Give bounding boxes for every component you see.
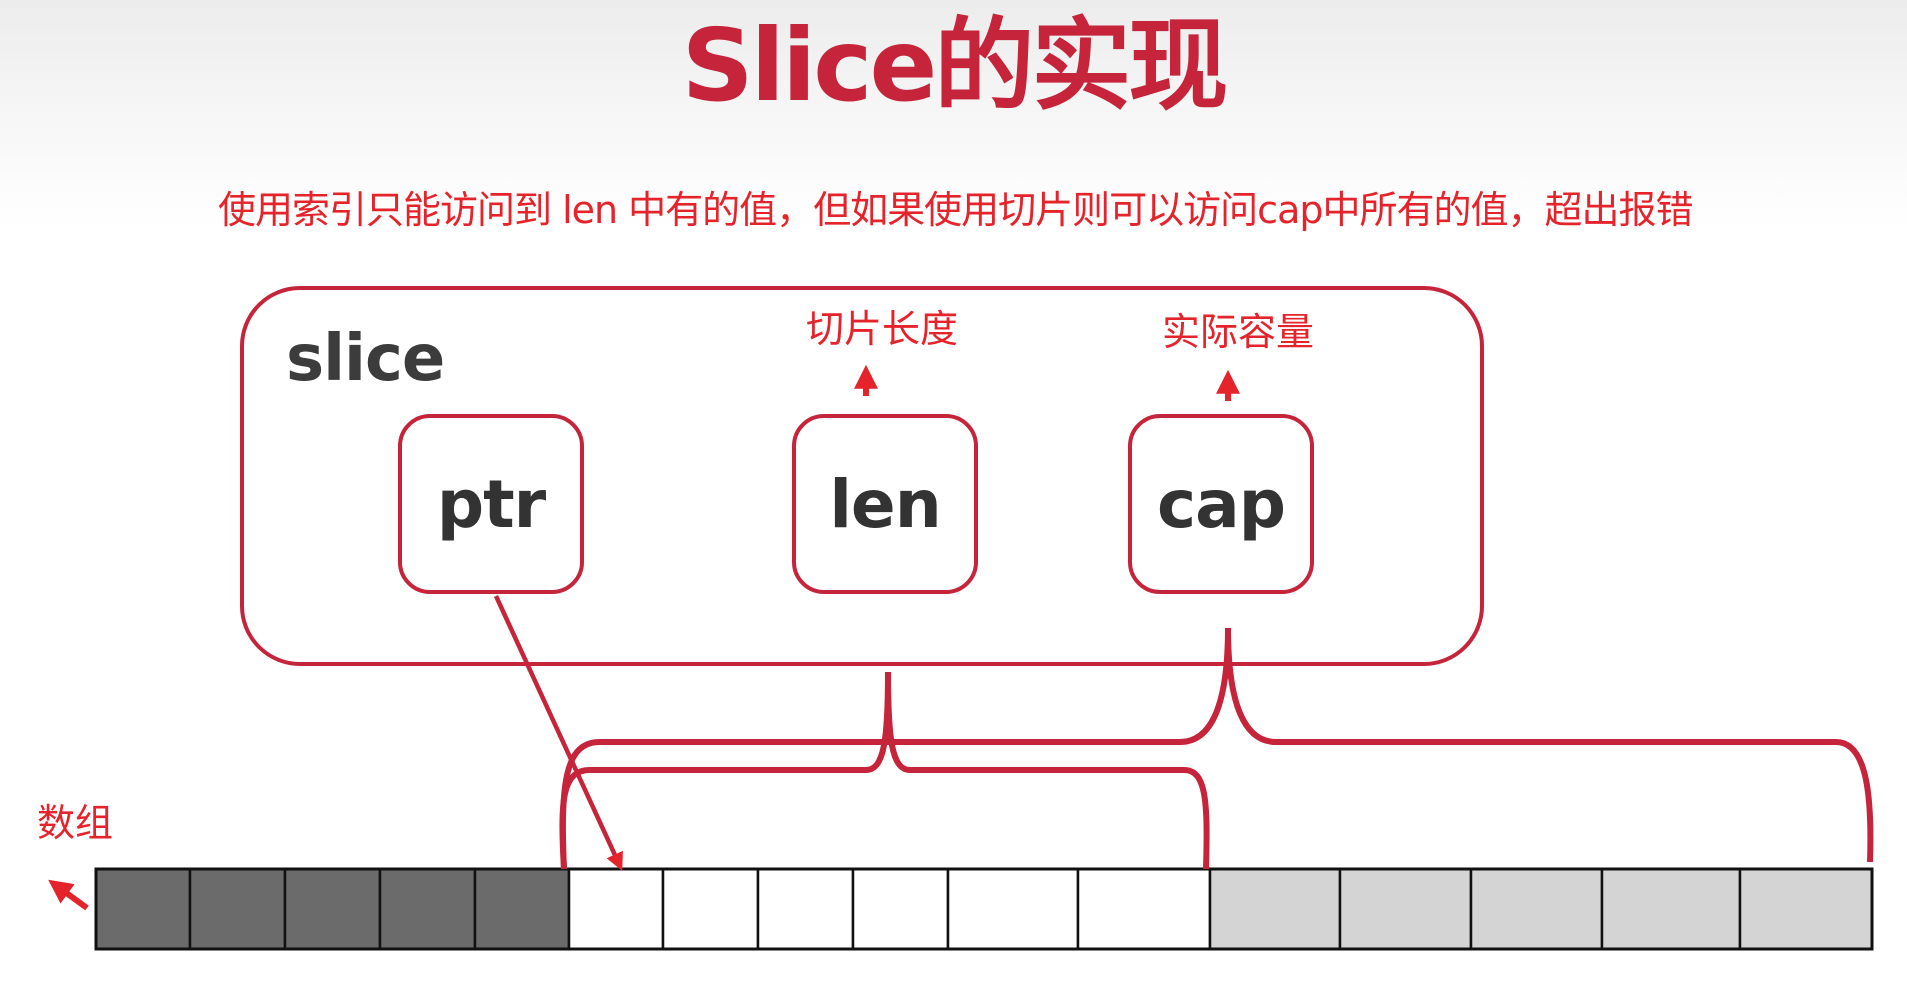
- array-cell: [188, 867, 287, 951]
- array-cell: [94, 867, 192, 951]
- array-cell: [378, 867, 477, 951]
- diagram-overlay: [48, 364, 1874, 951]
- array-cell: [473, 867, 571, 951]
- array-pointer-arrow: [48, 879, 89, 911]
- array-cell: [1208, 867, 1342, 951]
- array-cell: [851, 867, 950, 951]
- array-cell: [1076, 867, 1212, 951]
- cap-brace: [559, 627, 1874, 870]
- array-cell: [1600, 867, 1742, 951]
- array-cell: [661, 867, 760, 951]
- array-cells: [94, 867, 1874, 951]
- ptr-arrow: [493, 595, 623, 871]
- array-cell: [1469, 867, 1604, 951]
- array-cell: [946, 867, 1080, 951]
- len-brace: [559, 671, 1210, 870]
- array-cell: [567, 867, 665, 951]
- array-cell: [283, 867, 382, 951]
- array-cell: [1338, 867, 1473, 951]
- array-cell: [1738, 867, 1874, 951]
- array-cell: [756, 867, 855, 951]
